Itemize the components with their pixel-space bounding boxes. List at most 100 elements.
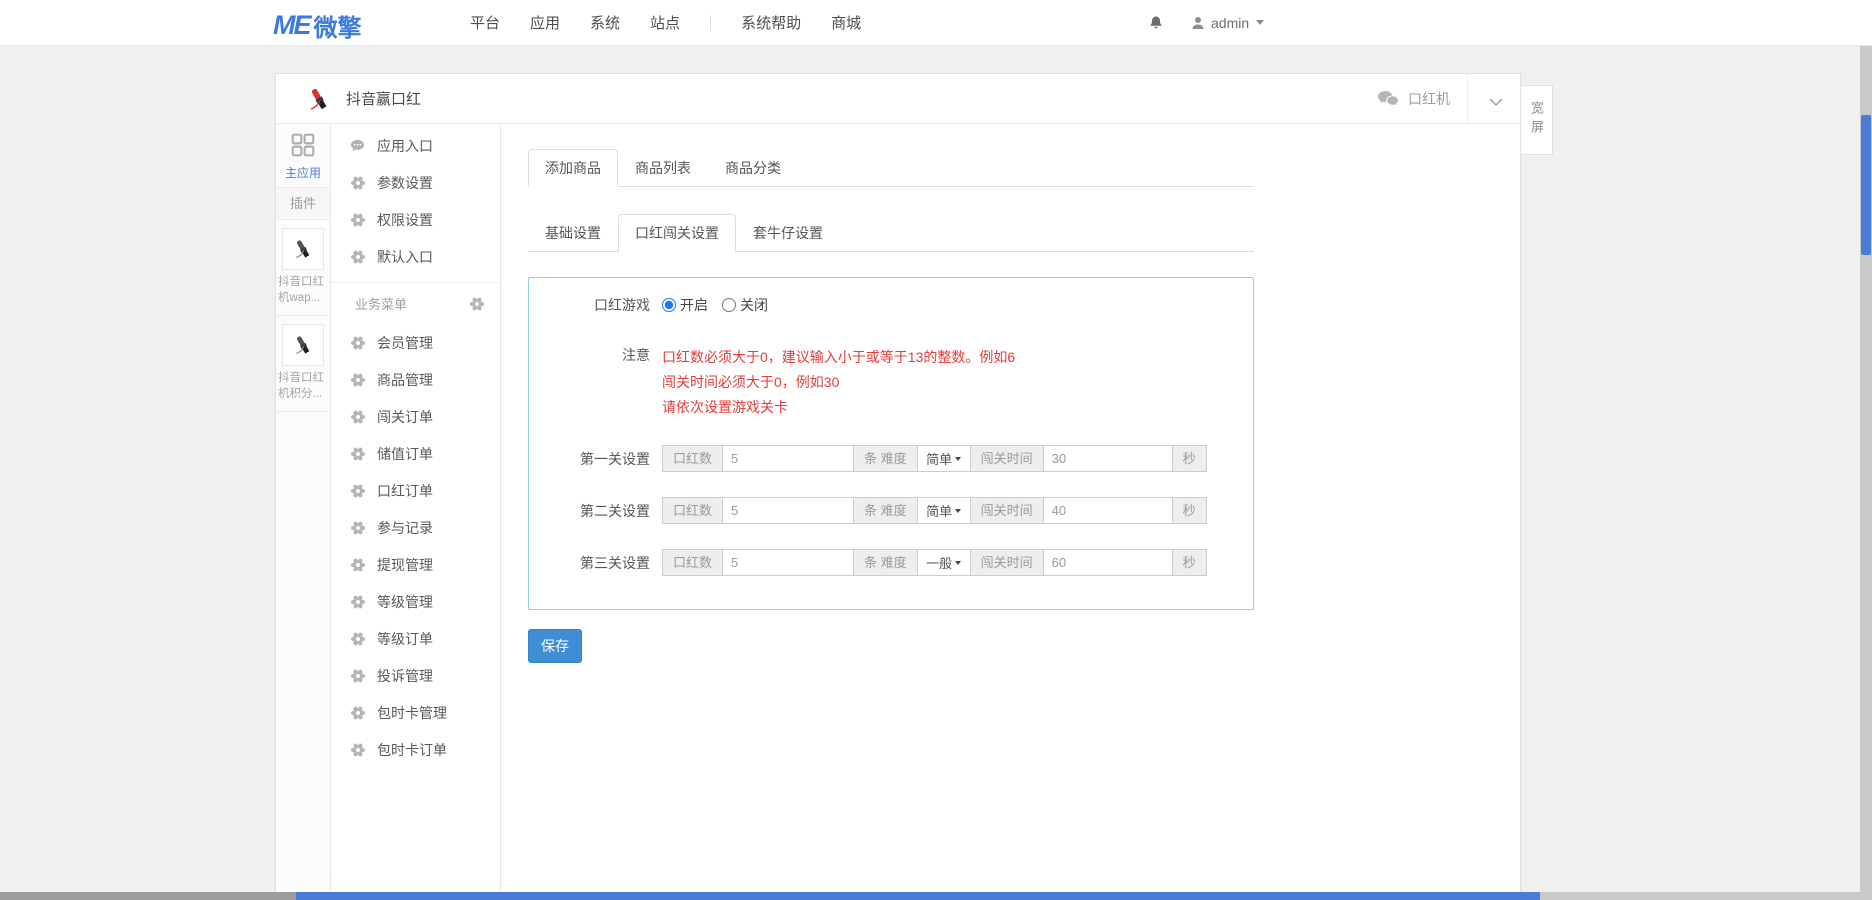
username: admin [1211,15,1249,31]
rail-plugin-points[interactable]: 抖音口红机积分... [276,316,330,412]
seconds-addon: 秒 [1172,497,1207,524]
difficulty-value: 一般 [926,553,952,572]
menu-apps[interactable]: 应用 [530,12,560,33]
select-caret-icon [955,457,961,461]
horizontal-scrollbar-thumb[interactable] [296,892,1540,900]
sidebar-item-label: 闯关订单 [377,407,433,427]
sidebar-item-permissions[interactable]: 权限设置 [331,201,500,238]
tab-basic-settings[interactable]: 基础设置 [528,214,618,252]
widescreen-toggle-button[interactable]: 宽屏 [1521,85,1553,155]
sidebar-item-default-entry[interactable]: 默认入口 [331,238,500,275]
tab-cowboy-settings[interactable]: 套牛仔设置 [736,214,840,252]
comment-icon [350,138,365,153]
level-2-count-input[interactable] [722,497,854,524]
top-navbar: ME 微擎 平台 应用 系统 站点 系统帮助 商城 admin [0,0,1872,46]
menu-platform[interactable]: 平台 [470,12,500,33]
sidebar-item-participation[interactable]: 参与记录 [331,509,500,546]
vertical-scrollbar-thumb[interactable] [1861,115,1871,255]
sidebar-item-label: 参数设置 [377,173,433,193]
level-2-difficulty-select[interactable]: 简单 [917,497,971,524]
sidebar-item-grade-mgmt[interactable]: 等级管理 [331,583,500,620]
app-title: 抖音赢口红 [346,88,421,109]
menu-help[interactable]: 系统帮助 [741,12,801,33]
logo-text: 微擎 [314,8,362,43]
notice-line: 口红数必须大于0，建议输入小于或等于13的整数。例如6 [662,345,1015,370]
screen: ME 微擎 平台 应用 系统 站点 系统帮助 商城 admin [0,0,1872,900]
notice-label: 注意 [529,345,650,365]
level-1-difficulty-select[interactable]: 简单 [917,445,971,472]
sidebar-item-timecard-mgmt[interactable]: 包时卡管理 [331,694,500,731]
lipstick-count-addon: 口红数 [662,549,723,576]
sidebar-item-label: 默认入口 [377,247,433,267]
plugin-tile [282,228,324,270]
level-1-time-input[interactable] [1043,445,1173,472]
user-menu[interactable]: admin [1190,15,1264,31]
tab-product-category[interactable]: 商品分类 [708,149,798,187]
sidebar-item-label: 权限设置 [377,210,433,230]
gear-icon [350,446,365,461]
gear-icon [350,483,365,498]
level-1-count-input[interactable] [722,445,854,472]
sidebar-item-level-orders[interactable]: 闯关订单 [331,398,500,435]
radio-off-input[interactable] [722,298,736,312]
level-3-time-input[interactable] [1043,549,1173,576]
lipstick-count-addon: 口红数 [662,497,723,524]
notification-bell-icon[interactable] [1148,15,1164,31]
time-addon: 闯关时间 [970,497,1044,524]
unit-difficulty-addon: 条 难度 [853,497,918,524]
vertical-scrollbar[interactable] [1860,46,1872,892]
level-3-row: 第三关设置 口红数 条 难度 一般 闯关时间 秒 [529,549,1253,576]
sidebar-item-withdrawals[interactable]: 提现管理 [331,546,500,583]
radio-off[interactable]: 关闭 [722,295,768,315]
menu-store[interactable]: 商城 [831,12,861,33]
account-name: 口红机 [1408,89,1450,109]
settings-form: 口红游戏 开启 关闭 注意 [528,277,1254,610]
grid-icon [290,132,316,158]
account-switcher[interactable]: 口红机 [1377,74,1450,124]
sidebar-item-lipstick-orders[interactable]: 口红订单 [331,472,500,509]
game-toggle-label: 口红游戏 [529,295,650,315]
section-settings-gear-icon[interactable] [469,296,484,311]
sidebar-item-complaints[interactable]: 投诉管理 [331,657,500,694]
plugin-tile [282,324,324,366]
level-2-row: 第二关设置 口红数 条 难度 简单 闯关时间 秒 [529,497,1253,524]
sidebar-item-timecard-orders[interactable]: 包时卡订单 [331,731,500,768]
rail-main-app[interactable]: 主应用 [276,124,330,188]
gear-icon [350,335,365,350]
time-addon: 闯关时间 [970,549,1044,576]
level-2-time-input[interactable] [1043,497,1173,524]
level-3-label: 第三关设置 [529,553,650,573]
sidebar-item-products[interactable]: 商品管理 [331,361,500,398]
sidebar-item-label: 应用入口 [377,136,433,156]
sidebar-item-label: 投诉管理 [377,666,433,686]
collapse-chevron-icon[interactable] [1488,94,1504,112]
radio-on[interactable]: 开启 [662,295,708,315]
menu-site[interactable]: 站点 [650,12,680,33]
tab-add-product[interactable]: 添加商品 [528,149,618,187]
level-3-count-input[interactable] [722,549,854,576]
sidebar-item-members[interactable]: 会员管理 [331,324,500,361]
tab-product-list[interactable]: 商品列表 [618,149,708,187]
menu-system[interactable]: 系统 [590,12,620,33]
wechat-account-icon [1377,90,1399,108]
game-toggle-options: 开启 关闭 [662,295,768,315]
sidebar-item-app-entry[interactable]: 应用入口 [331,127,500,164]
logo-mark: ME [273,10,310,41]
sidebar-item-grade-orders[interactable]: 等级订单 [331,620,500,657]
horizontal-scrollbar[interactable] [0,892,1872,900]
rail-plugin-wap[interactable]: 抖音口红机wap... [276,220,330,316]
radio-on-input[interactable] [662,298,676,312]
gear-icon [350,668,365,683]
secondary-tabs: 基础设置 口红闯关设置 套牛仔设置 [528,214,1254,252]
notice-lines: 口红数必须大于0，建议输入小于或等于13的整数。例如6 闯关时间必须大于0，例如… [662,345,1015,420]
difficulty-value: 简单 [926,449,952,468]
save-button[interactable]: 保存 [528,629,582,663]
notice-line: 请依次设置游戏关卡 [662,395,1015,420]
level-3-difficulty-select[interactable]: 一般 [917,549,971,576]
weengine-logo[interactable]: ME 微擎 [273,8,362,43]
sidebar-item-label: 口红订单 [377,481,433,501]
sidebar-item-stored-value-orders[interactable]: 储值订单 [331,435,500,472]
seconds-addon: 秒 [1172,445,1207,472]
sidebar-item-params[interactable]: 参数设置 [331,164,500,201]
tab-lipstick-level-settings[interactable]: 口红闯关设置 [618,214,736,252]
